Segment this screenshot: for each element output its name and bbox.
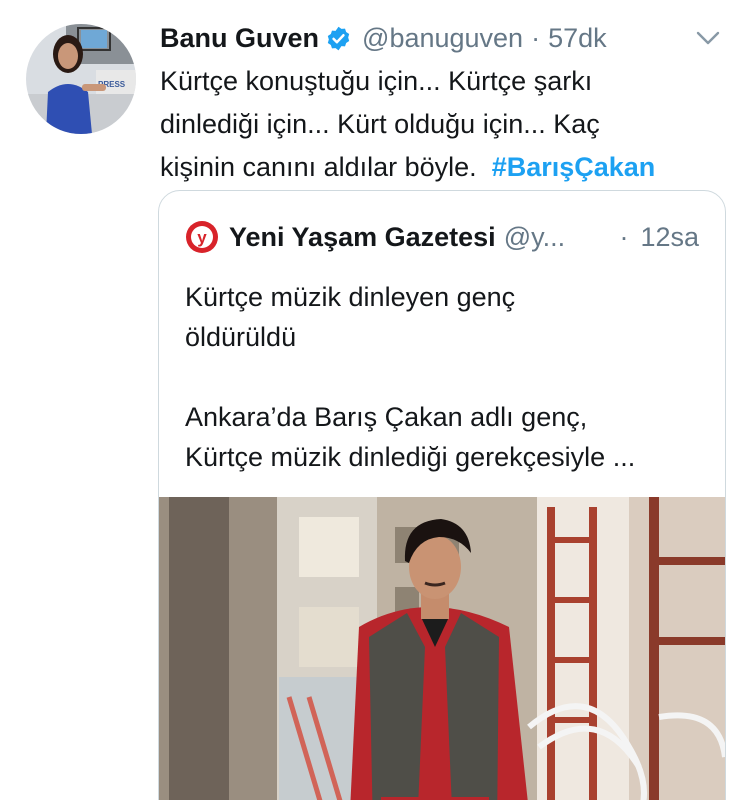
chevron-down-icon[interactable] — [694, 28, 722, 48]
quoted-headline-line: öldürüldü — [185, 322, 297, 352]
newspaper-logo-icon[interactable]: y — [185, 220, 219, 254]
quoted-tweet[interactable]: y Yeni Yaşam Gazetesi @y... · 12sa Kürtç… — [158, 190, 726, 800]
quoted-body-line: Kürtçe müzik dinlediği gerekçesiyle ... — [185, 442, 636, 472]
quoted-body-line: Ankara’da Barış Çakan adlı genç, — [185, 402, 588, 432]
author-handle[interactable]: @banuguven — [362, 23, 523, 54]
tweet-text-line: dinlediği için... Kürt olduğu için... Ka… — [160, 109, 600, 139]
tweet-text-fragment: kişinin canını aldılar böyle. — [160, 152, 477, 182]
author-name[interactable]: Banu Guven — [160, 23, 319, 54]
tweet[interactable]: PRESS Banu Guven @banuguven · 57dk Kürtç… — [0, 0, 750, 800]
quoted-separator: · — [619, 221, 629, 252]
tweet-text-line: Kürtçe konuştuğu için... Kürtçe şarkı — [160, 66, 593, 96]
tweet-header: Banu Guven @banuguven · 57dk — [160, 18, 607, 58]
svg-text:y: y — [197, 228, 207, 247]
quoted-tweet-header: y Yeni Yaşam Gazetesi @y... — [185, 217, 565, 257]
tweet-timestamp[interactable]: 57dk — [548, 23, 607, 54]
tweet-text: Kürtçe konuştuğu için... Kürtçe şarkı di… — [160, 60, 730, 189]
hashtag-link[interactable]: #BarışÇakan — [492, 152, 656, 182]
quoted-timestamp[interactable]: 12sa — [640, 222, 699, 253]
quoted-tweet-time: · 12sa — [619, 217, 699, 257]
header-separator: · — [531, 22, 541, 53]
tweet-text-line: kişinin canını aldılar böyle. #BarışÇaka… — [160, 146, 730, 189]
quoted-tweet-photo[interactable] — [159, 497, 725, 800]
verified-badge-icon — [327, 26, 350, 50]
author-avatar[interactable]: PRESS — [26, 24, 136, 134]
quoted-headline-line: Kürtçe müzik dinleyen genç — [185, 282, 516, 312]
quoted-author-name[interactable]: Yeni Yaşam Gazetesi — [229, 222, 496, 253]
quoted-author-handle[interactable]: @y... — [504, 222, 565, 253]
